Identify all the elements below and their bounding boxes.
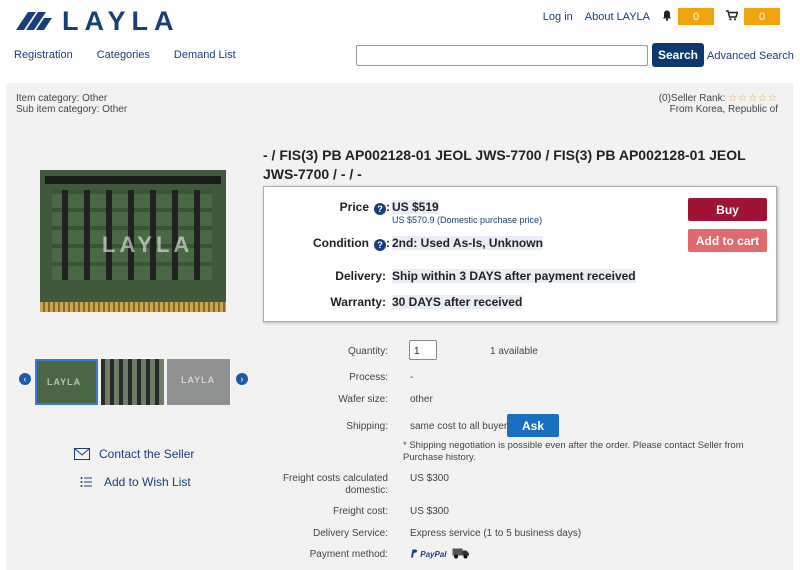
price-label: Price <box>339 200 369 214</box>
shipping-note: * Shipping negotiation is possible even … <box>403 440 783 464</box>
product-title: - / FIS(3) PB AP002128-01 JEOL JWS-7700 … <box>263 147 746 182</box>
wishlist-label: Add to Wish List <box>104 475 191 489</box>
cart-count-badge[interactable]: 0 <box>744 8 780 25</box>
buy-button[interactable]: Buy <box>688 198 767 221</box>
process-value: - <box>410 372 414 383</box>
freight-domestic-label: Freight costs calculated domestic: <box>282 473 388 496</box>
advanced-search-link[interactable]: Advanced Search <box>707 50 794 62</box>
available-count: 1 available <box>490 346 538 357</box>
thumbnail-2[interactable] <box>101 359 164 405</box>
seller-origin: From Korea, Republic of <box>669 104 778 115</box>
nav-registration[interactable]: Registration <box>14 49 73 61</box>
seller-info: (0)Seller Rank: ☆☆☆☆☆ From Korea, Republ… <box>659 93 778 115</box>
list-icon <box>80 477 92 487</box>
header: LAYLA Log in About LAYLA 0 0 <box>0 0 800 40</box>
domestic-price: US $570.9 (Domestic purchase price) <box>392 215 543 225</box>
wishlist-link[interactable]: Add to Wish List <box>80 475 191 489</box>
delivery-service-value: Express service (1 to 5 business days) <box>410 528 582 539</box>
delivery-value: Ship within 3 DAYS after payment receive… <box>392 269 636 283</box>
shipping-value: same cost to all buyers <box>410 421 513 432</box>
thumbnail-prev-icon[interactable]: ‹ <box>19 373 31 385</box>
delivery-label: Delivery: <box>335 269 386 283</box>
layla-logo-icon <box>16 12 52 30</box>
thumbnail-next-icon[interactable]: › <box>236 373 248 385</box>
condition-help-icon[interactable]: ? <box>374 239 386 251</box>
thumbnail-3[interactable]: LAYLA <box>167 359 230 405</box>
about-link[interactable]: About LAYLA <box>585 11 650 23</box>
notification-count-badge[interactable]: 0 <box>678 8 714 25</box>
bell-icon[interactable] <box>662 10 672 24</box>
truck-icon <box>452 546 470 562</box>
product-main-image[interactable]: LAYLA <box>40 170 226 312</box>
seller-rank-label: (0)Seller Rank: <box>658 93 726 104</box>
freight-domestic-value: US $300 <box>410 473 449 484</box>
condition-value: 2nd: Used As-Is, Unknown <box>392 236 543 250</box>
quantity-label: Quantity: <box>347 346 388 357</box>
login-link[interactable]: Log in <box>543 11 573 23</box>
logo[interactable]: LAYLA <box>14 6 180 36</box>
price-label-row: Price?: <box>339 200 390 215</box>
thumbnail-3-watermark: LAYLA <box>181 375 216 385</box>
nav-demand-list[interactable]: Demand List <box>174 49 236 61</box>
pcb-edge-contacts <box>40 302 226 312</box>
item-category: Item category: Other <box>16 93 108 104</box>
wafer-size-label: Wafer size: <box>338 394 388 405</box>
wafer-size-value: other <box>410 394 433 405</box>
envelope-icon <box>74 448 90 460</box>
warranty-label: Warranty: <box>330 295 386 309</box>
price-value: US $519 <box>392 200 439 214</box>
condition-label-row: Condition?: <box>313 236 390 251</box>
logo-text: LAYLA <box>62 5 180 36</box>
warranty-value: 30 DAYS after received <box>392 295 523 309</box>
quantity-input[interactable]: 1 <box>409 340 437 360</box>
freight-cost-value: US $300 <box>410 506 449 517</box>
category-info: Item category: Other Sub item category: … <box>16 93 127 115</box>
freight-cost-label: Freight cost: <box>332 506 388 517</box>
condition-label: Condition <box>313 236 369 250</box>
price-box: Price?: US $519 US $570.9 (Domestic purc… <box>263 186 777 322</box>
thumbnail-1-watermark: LAYLA <box>47 377 82 387</box>
contact-seller-link[interactable]: Contact the Seller <box>74 447 194 461</box>
add-to-cart-button[interactable]: Add to cart <box>688 229 767 252</box>
thumbnail-1[interactable]: LAYLA <box>35 359 98 405</box>
pcb-connector <box>45 176 221 184</box>
shipping-label: Shipping: <box>346 421 388 432</box>
payment-method-label: Payment method: <box>309 549 388 560</box>
search-input[interactable] <box>356 45 648 66</box>
paypal-icon <box>411 549 418 558</box>
delivery-service-label: Delivery Service: <box>312 528 388 539</box>
cart-icon[interactable] <box>726 9 739 24</box>
paypal-text: PayPal <box>420 550 447 559</box>
search-button[interactable]: Search <box>652 43 704 67</box>
top-links: Log in About LAYLA 0 0 <box>543 8 780 25</box>
process-label: Process: <box>349 372 388 383</box>
nav-categories[interactable]: Categories <box>97 49 150 61</box>
sub-item-category: Sub item category: Other <box>16 104 128 115</box>
contact-seller-label: Contact the Seller <box>99 447 195 461</box>
image-watermark: LAYLA <box>102 232 194 257</box>
paypal-logo: PayPal <box>410 549 446 559</box>
ask-button[interactable]: Ask <box>507 414 559 437</box>
shipping-note-text: Shipping negotiation is possible even af… <box>403 440 744 463</box>
price-help-icon[interactable]: ? <box>374 203 386 215</box>
seller-rank-stars: ☆☆☆☆☆ <box>728 93 778 104</box>
main-nav: Registration Categories Demand List <box>14 49 236 61</box>
